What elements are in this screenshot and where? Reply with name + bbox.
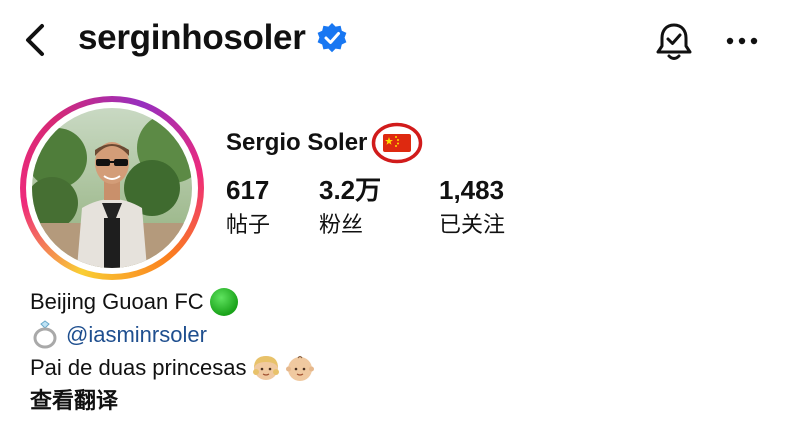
bio-club-line: Beijing Guoan FC <box>30 285 314 318</box>
stat-posts[interactable]: 617 帖子 <box>226 174 319 240</box>
stat-followers[interactable]: 3.2万 粉丝 <box>319 174 439 240</box>
bio-mention-line: @iasminrsoler <box>30 318 314 351</box>
following-label: 已关注 <box>439 212 506 237</box>
avatar-story-ring[interactable] <box>20 96 204 280</box>
baby-emoji-icon <box>286 355 315 381</box>
display-name: Sergio Soler <box>226 129 368 156</box>
mention-link[interactable]: @iasminrsoler <box>66 318 207 351</box>
avatar-frame <box>26 102 198 274</box>
back-button[interactable] <box>18 20 54 60</box>
notifications-button[interactable] <box>652 20 696 64</box>
posts-count: 617 <box>226 175 270 205</box>
bio: Beijing Guoan FC @iasminrsoler Pai de du… <box>30 285 315 417</box>
more-options-button[interactable] <box>722 26 762 56</box>
top-bar: serginhosoler <box>0 0 800 80</box>
bio-tagline-line: Pai de duas princesas <box>30 351 315 384</box>
profile-stats: 617 帖子 3.2万 粉丝 1,483 已关注 <box>226 174 559 240</box>
china-flag-icon <box>371 122 423 164</box>
green-circle-icon <box>209 287 238 316</box>
ring-icon <box>33 319 57 348</box>
avatar <box>32 108 192 268</box>
girl-emoji-icon <box>253 355 280 380</box>
posts-label: 帖子 <box>226 212 271 237</box>
bio-tagline: Pai de duas princesas <box>30 355 247 380</box>
username-header: serginhosoler <box>78 18 348 58</box>
bell-check-icon <box>656 23 692 60</box>
chevron-left-icon <box>26 24 44 56</box>
see-translation-button[interactable]: 查看翻译 <box>30 384 314 417</box>
stat-following[interactable]: 1,483 已关注 <box>439 174 559 240</box>
username: serginhosoler <box>78 18 306 57</box>
more-horizontal-icon <box>726 37 758 45</box>
followers-count: 3.2万 <box>319 175 382 205</box>
bio-club: Beijing Guoan FC <box>30 289 204 314</box>
display-name-row: Sergio Soler <box>226 122 423 164</box>
verified-badge-icon <box>317 23 346 53</box>
following-count: 1,483 <box>439 175 505 205</box>
followers-label: 粉丝 <box>319 212 364 237</box>
